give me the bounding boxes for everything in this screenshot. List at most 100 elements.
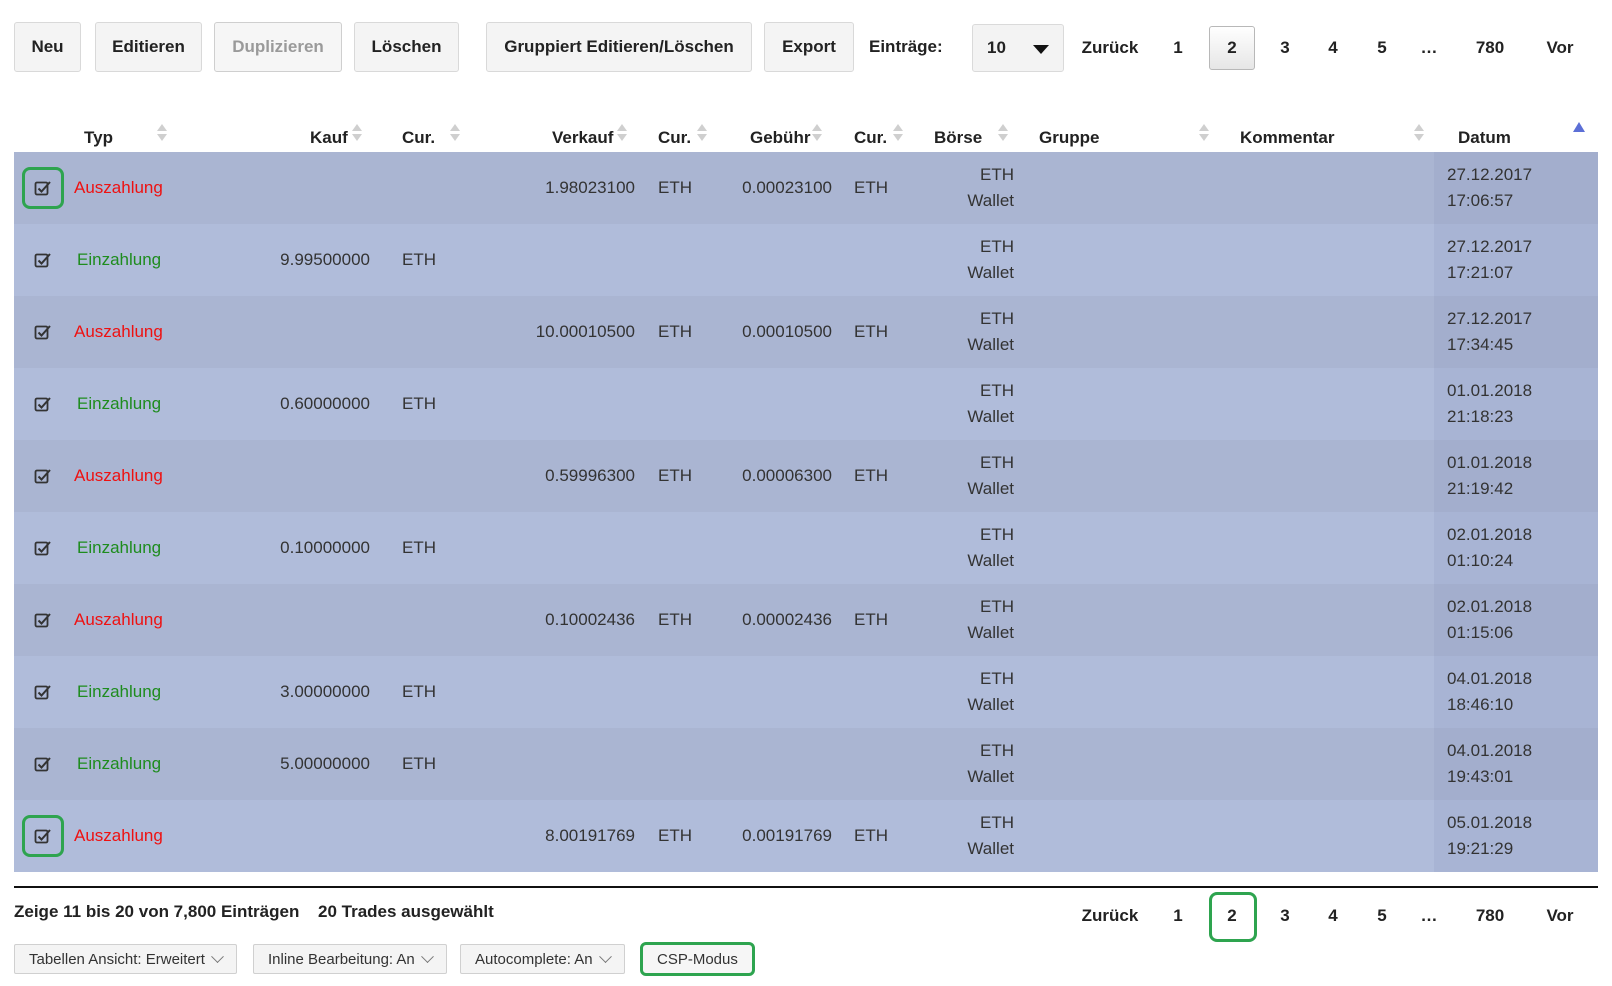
cell-verkauf[interactable]	[474, 656, 635, 728]
cell-cur-1[interactable]: ETH	[402, 512, 436, 584]
table-row[interactable]: Einzahlung 9.99500000 ETH ETH Wallet 27.12.20…	[14, 224, 1598, 296]
autocomplete-dropdown[interactable]: Autocomplete: An	[460, 944, 625, 974]
cell-boerse[interactable]: ETH Wallet	[954, 728, 1014, 800]
cell-verkauf[interactable]	[474, 368, 635, 440]
cell-typ[interactable]: Einzahlung	[77, 512, 161, 584]
cell-gruppe[interactable]	[1039, 296, 1229, 368]
cell-boerse[interactable]: ETH Wallet	[954, 512, 1014, 584]
cell-cur-2[interactable]: ETH	[658, 296, 692, 368]
cell-typ[interactable]: Einzahlung	[77, 656, 161, 728]
cell-boerse[interactable]: ETH Wallet	[954, 296, 1014, 368]
col-typ[interactable]: Typ	[84, 112, 113, 152]
cell-datum[interactable]: 05.01.2018 19:21:29	[1447, 800, 1532, 872]
col-kommentar[interactable]: Kommentar	[1240, 112, 1334, 152]
page-4[interactable]: 4	[1321, 26, 1345, 70]
table-row[interactable]: Einzahlung 0.10000000 ETH ETH Wallet 02.01.20…	[14, 512, 1598, 584]
cell-datum[interactable]: 01.01.2018 21:19:42	[1447, 440, 1532, 512]
inline-edit-dropdown[interactable]: Inline Bearbeitung: An	[253, 944, 447, 974]
cell-kommentar[interactable]	[1240, 296, 1430, 368]
cell-kauf[interactable]	[214, 296, 370, 368]
sort-icon[interactable]	[352, 124, 362, 142]
table-row[interactable]: Einzahlung 5.00000000 ETH ETH Wallet 04.01.20…	[14, 728, 1598, 800]
table-row[interactable]: Einzahlung 3.00000000 ETH ETH Wallet 04.01.20…	[14, 656, 1598, 728]
cell-kommentar[interactable]	[1240, 368, 1430, 440]
cell-kauf[interactable]: 0.10000000	[214, 512, 370, 584]
cell-boerse[interactable]: ETH Wallet	[954, 224, 1014, 296]
col-verkauf[interactable]: Verkauf	[552, 112, 613, 152]
cell-typ[interactable]: Einzahlung	[77, 224, 161, 296]
row-checkbox[interactable]	[22, 815, 64, 857]
page-1[interactable]: 1	[1166, 894, 1190, 938]
row-checkbox[interactable]	[22, 671, 64, 713]
page-1[interactable]: 1	[1166, 26, 1190, 70]
col-gebuehr[interactable]: Gebühr	[750, 112, 810, 152]
cell-cur-2[interactable]: ETH	[658, 800, 692, 872]
cell-datum[interactable]: 27.12.2017 17:34:45	[1447, 296, 1532, 368]
cell-datum[interactable]: 27.12.2017 17:21:07	[1447, 224, 1532, 296]
cell-typ[interactable]: Einzahlung	[77, 728, 161, 800]
cell-gebuehr[interactable]: 0.00006300	[694, 440, 832, 512]
delete-button[interactable]: Löschen	[354, 22, 459, 72]
col-kauf[interactable]: Kauf	[310, 112, 348, 152]
cell-typ[interactable]: Auszahlung	[74, 584, 163, 656]
entries-select[interactable]: 10	[972, 24, 1064, 72]
col-cur-1[interactable]: Cur.	[402, 112, 435, 152]
cell-kauf[interactable]: 3.00000000	[214, 656, 370, 728]
cell-cur-2[interactable]: ETH	[658, 152, 692, 224]
cell-cur-2[interactable]: ETH	[658, 440, 692, 512]
page-5[interactable]: 5	[1370, 894, 1394, 938]
cell-datum[interactable]: 04.01.2018 18:46:10	[1447, 656, 1532, 728]
cell-cur-1[interactable]: ETH	[402, 656, 436, 728]
row-checkbox[interactable]	[22, 167, 64, 209]
col-boerse[interactable]: Börse	[934, 112, 982, 152]
row-checkbox[interactable]	[22, 455, 64, 497]
table-row[interactable]: Auszahlung 0.10002436 ETH 0.00002436 ETH ETH W…	[14, 584, 1598, 656]
cell-kauf[interactable]	[214, 152, 370, 224]
cell-kommentar[interactable]	[1240, 512, 1430, 584]
export-button[interactable]: Export	[764, 22, 854, 72]
table-row[interactable]: Auszahlung 10.00010500 ETH 0.00010500 ETH ETH…	[14, 296, 1598, 368]
page-2[interactable]: 2	[1209, 26, 1255, 70]
cell-gebuehr[interactable]: 0.00023100	[694, 152, 832, 224]
cell-verkauf[interactable]	[474, 728, 635, 800]
cell-kauf[interactable]: 0.60000000	[214, 368, 370, 440]
csp-mode-button[interactable]: CSP-Modus	[640, 942, 755, 976]
edit-button[interactable]: Editieren	[95, 22, 202, 72]
cell-gruppe[interactable]	[1039, 584, 1229, 656]
cell-boerse[interactable]: ETH Wallet	[954, 440, 1014, 512]
table-view-dropdown[interactable]: Tabellen Ansicht: Erweitert	[14, 944, 237, 974]
sort-icon[interactable]	[1199, 124, 1209, 142]
cell-cur-3[interactable]: ETH	[854, 296, 888, 368]
row-checkbox[interactable]	[22, 599, 64, 641]
cell-gebuehr[interactable]: 0.00010500	[694, 296, 832, 368]
pagination-prev[interactable]: Zurück	[1072, 894, 1148, 938]
pagination-next[interactable]: Vor	[1538, 26, 1582, 70]
new-button[interactable]: Neu	[14, 22, 81, 72]
sort-icon[interactable]	[893, 124, 903, 142]
cell-gebuehr[interactable]: 0.00191769	[694, 800, 832, 872]
sort-icon[interactable]	[812, 124, 822, 142]
cell-typ[interactable]: Auszahlung	[74, 440, 163, 512]
cell-cur-1[interactable]: ETH	[402, 368, 436, 440]
cell-typ[interactable]: Auszahlung	[74, 296, 163, 368]
cell-verkauf[interactable]: 8.00191769	[474, 800, 635, 872]
cell-kauf[interactable]: 9.99500000	[214, 224, 370, 296]
cell-gebuehr[interactable]	[694, 656, 832, 728]
cell-cur-3[interactable]: ETH	[854, 584, 888, 656]
cell-kommentar[interactable]	[1240, 728, 1430, 800]
row-checkbox[interactable]	[22, 743, 64, 785]
col-cur-2[interactable]: Cur.	[658, 112, 691, 152]
page-780[interactable]: 780	[1468, 894, 1512, 938]
cell-cur-3[interactable]: ETH	[854, 152, 888, 224]
cell-kauf[interactable]	[214, 440, 370, 512]
row-checkbox[interactable]	[22, 383, 64, 425]
cell-datum[interactable]: 02.01.2018 01:10:24	[1447, 512, 1532, 584]
cell-gebuehr[interactable]	[694, 368, 832, 440]
cell-kommentar[interactable]	[1240, 152, 1430, 224]
cell-kommentar[interactable]	[1240, 800, 1430, 872]
cell-gebuehr[interactable]: 0.00002436	[694, 584, 832, 656]
col-gruppe[interactable]: Gruppe	[1039, 112, 1099, 152]
cell-datum[interactable]: 02.01.2018 01:15:06	[1447, 584, 1532, 656]
cell-verkauf[interactable]	[474, 512, 635, 584]
page-5[interactable]: 5	[1370, 26, 1394, 70]
